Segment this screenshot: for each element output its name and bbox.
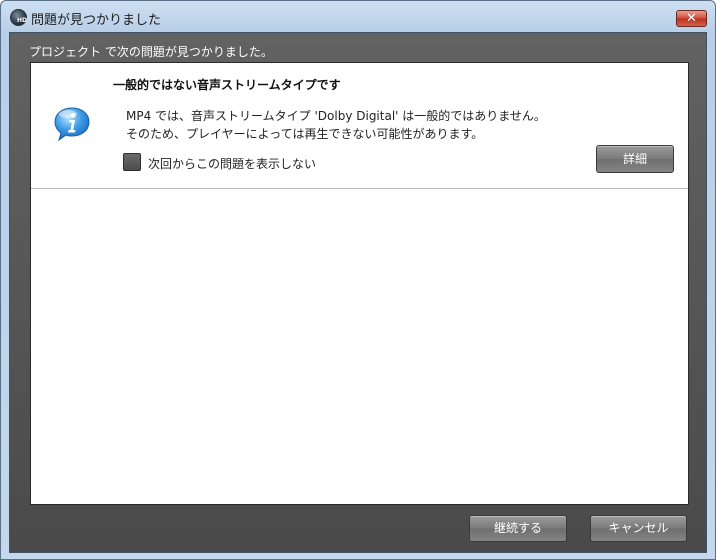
issue-message-line-1: MP4 では、音声ストリームタイプ 'Dolby Digital' は一般的では…	[126, 109, 546, 123]
continue-button[interactable]: 継続する	[469, 515, 567, 542]
close-icon: ✕	[686, 11, 697, 26]
issue-title: 一般的ではない音声ストリームタイプです	[113, 78, 341, 92]
title-bar[interactable]: 問題が見つかりました ✕	[1, 1, 715, 33]
issues-panel: 一般的ではない音声ストリームタイプです MP4 では、音声ストリームタイプ 'D…	[30, 62, 689, 505]
close-button[interactable]: ✕	[676, 10, 707, 27]
issue-message-line-2: そのため、プレイヤーによっては再生できない可能性があります。	[126, 127, 484, 141]
issue-separator	[31, 188, 688, 189]
dialog-window: 問題が見つかりました ✕ プロジェクト で次の問題が見つかりました。 一般的では…	[0, 0, 716, 560]
details-button[interactable]: 詳細	[596, 145, 674, 173]
dialog-body: プロジェクト で次の問題が見つかりました。 一般的ではない音声ストリームタイプで…	[9, 32, 707, 553]
header-message: プロジェクト で次の問題が見つかりました。	[29, 45, 273, 59]
cancel-button[interactable]: キャンセル	[590, 515, 687, 542]
dont-show-again-label[interactable]: 次回からこの問題を表示しない	[148, 155, 316, 172]
app-icon	[10, 9, 27, 26]
window-title: 問題が見つかりました	[31, 13, 162, 28]
dont-show-again-checkbox[interactable]	[123, 153, 141, 171]
info-icon	[54, 107, 90, 142]
